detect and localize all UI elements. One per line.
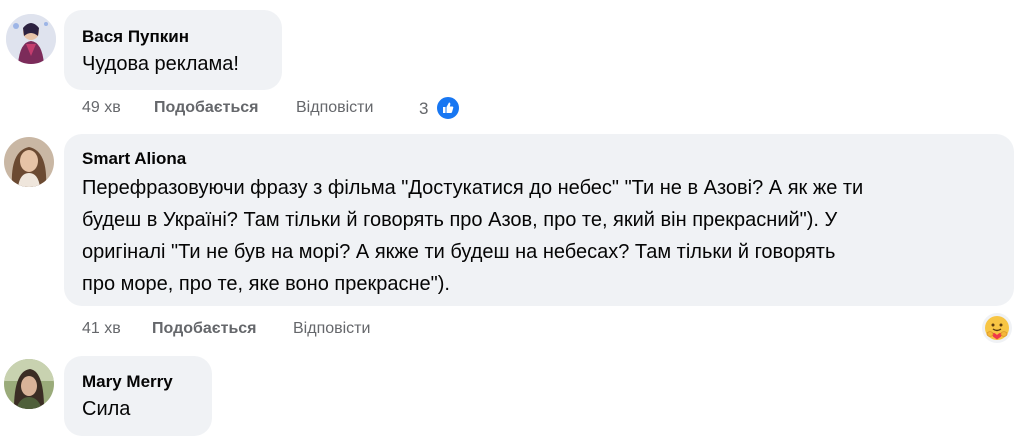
comment-time[interactable]: 41 хв: [82, 320, 121, 338]
comment-author[interactable]: Smart Aliona: [82, 149, 186, 169]
comment-bubble: Вася Пупкин Чудова реклама!: [64, 10, 282, 90]
comment-author[interactable]: Mary Merry: [82, 372, 173, 392]
comment-text-line: про море, про те, яке воно прекрасне").: [82, 273, 450, 295]
comment-author[interactable]: Вася Пупкин: [82, 27, 189, 47]
avatar-image: [4, 359, 54, 409]
avatar[interactable]: [4, 137, 54, 187]
comment-bubble: Smart Aliona Перефразовуючи фразу з філь…: [64, 134, 1014, 306]
comment-text-line: оригіналі "Ти не був на морі? А якже ти …: [82, 241, 836, 263]
like-icon[interactable]: [435, 95, 461, 121]
avatar-image: [6, 14, 56, 64]
avatar[interactable]: [4, 359, 54, 409]
comment-text-line: будеш в Україні? Там тільки й говорять п…: [82, 209, 838, 231]
reply-button[interactable]: Відповісти: [293, 320, 370, 338]
care-icon[interactable]: [982, 313, 1012, 343]
comment-actions: 49 хв Подобається Відповісти: [82, 99, 402, 119]
comment-text: Перефразовуючи фразу з фільма "Достукати…: [82, 172, 1007, 300]
comment-text: Сила: [82, 398, 131, 420]
comment-actions: 41 хв Подобається Відповісти: [82, 320, 402, 340]
avatar-image: [4, 137, 54, 187]
reply-button[interactable]: Відповісти: [296, 99, 373, 117]
like-button[interactable]: Подобається: [152, 320, 257, 338]
comment-2: Smart Aliona Перефразовуючи фразу з філь…: [0, 128, 1028, 348]
avatar[interactable]: [6, 14, 56, 64]
comment-bubble: Mary Merry Сила: [64, 356, 212, 436]
like-button[interactable]: Подобається: [154, 99, 259, 117]
comment-text: Чудова реклама!: [82, 53, 239, 75]
reactions-count[interactable]: 3: [419, 99, 428, 119]
comment-text-line: Перефразовуючи фразу з фільма "Достукати…: [82, 177, 864, 199]
comment-3: Mary Merry Сила: [0, 348, 1028, 438]
comment-time[interactable]: 49 хв: [82, 99, 121, 117]
comment-1: Вася Пупкин Чудова реклама! 49 хв Подоба…: [0, 0, 1028, 128]
